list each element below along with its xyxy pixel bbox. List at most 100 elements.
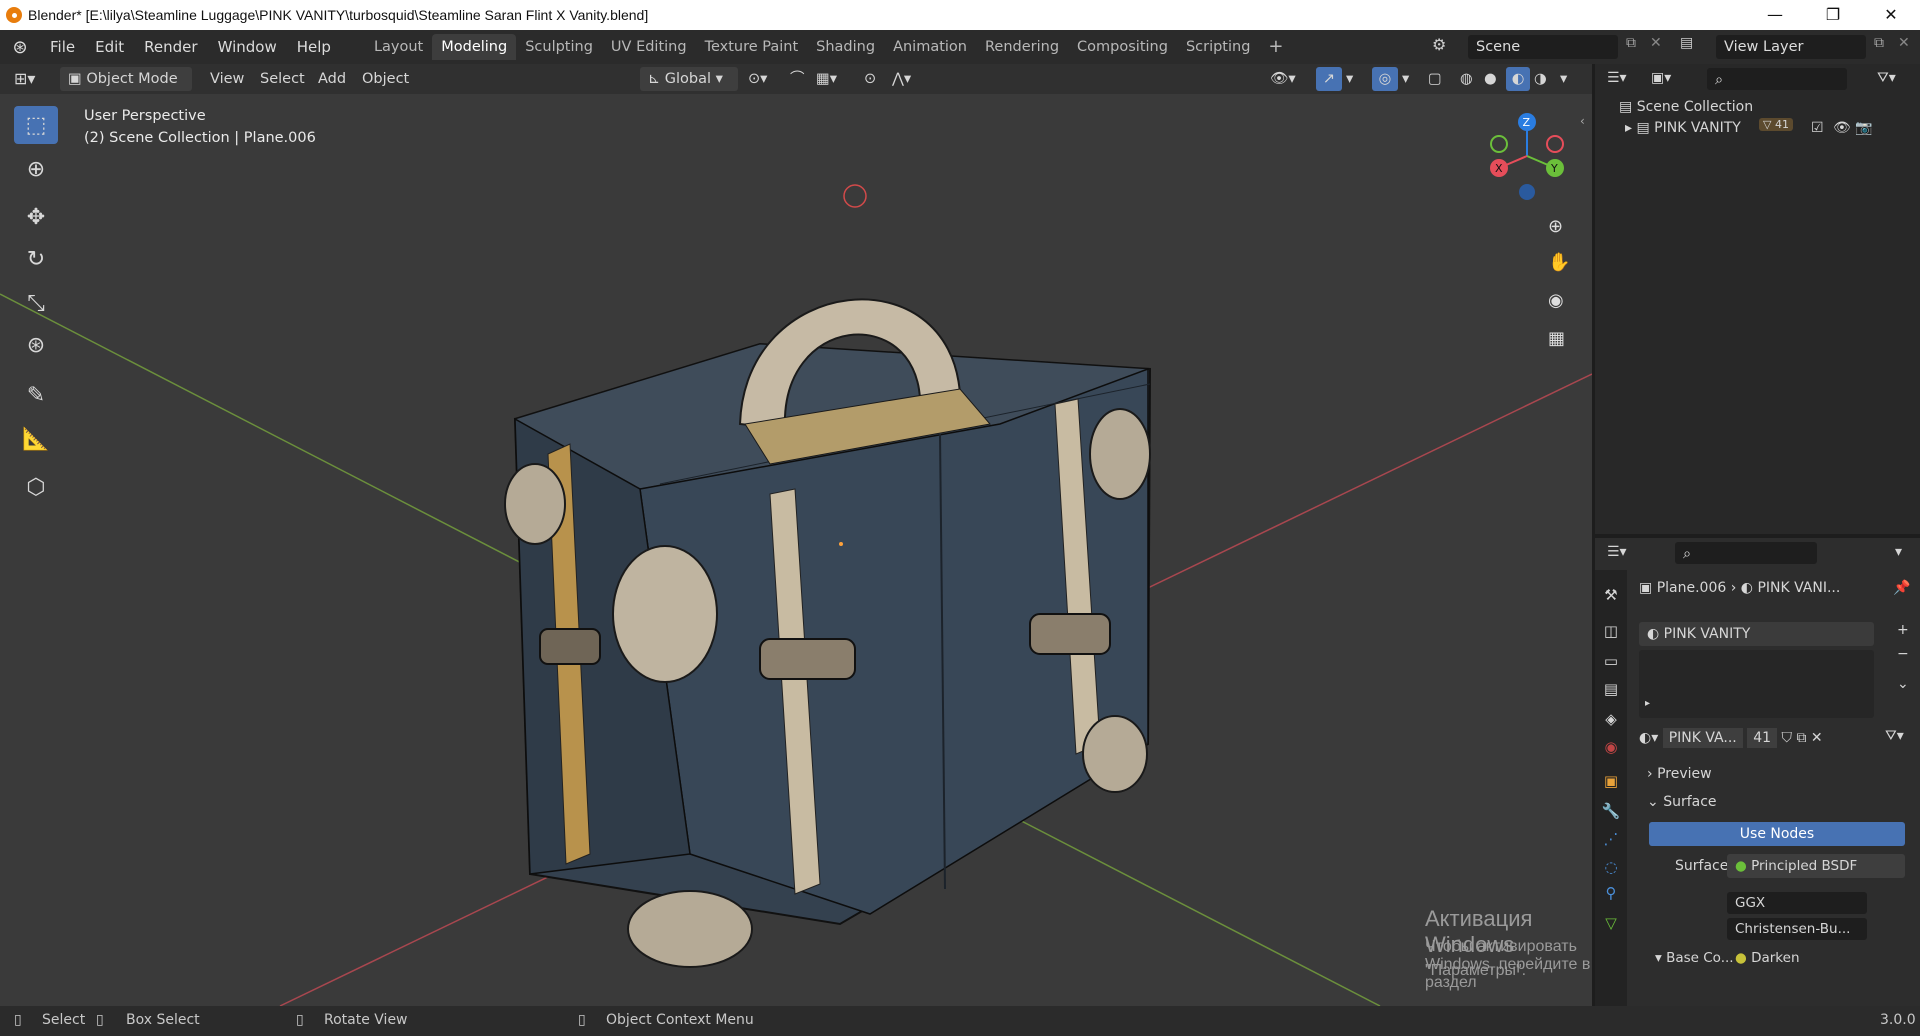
sidebar-toggle-icon[interactable]: ‹ bbox=[1580, 114, 1585, 128]
move-tool-icon[interactable]: ✥ bbox=[14, 198, 58, 236]
use-nodes-button[interactable]: Use Nodes bbox=[1649, 822, 1905, 846]
expand-arrow-icon[interactable]: ▸ bbox=[1625, 120, 1636, 136]
wireframe-shading-icon[interactable]: ◍ bbox=[1460, 67, 1473, 91]
outliner-editor-type-icon[interactable]: ☰▾ bbox=[1607, 70, 1627, 86]
shading-dropdown-icon[interactable]: ▾ bbox=[1560, 67, 1567, 91]
menu-edit[interactable]: Edit bbox=[85, 34, 134, 60]
display-mode-icon[interactable]: ▣▾ bbox=[1651, 70, 1671, 86]
tab-layout[interactable]: Layout bbox=[365, 34, 432, 60]
view-layer-icon[interactable]: ▤ bbox=[1680, 35, 1693, 51]
proportional-edit-icon[interactable]: ⊙ bbox=[864, 67, 876, 91]
surface-shader-field[interactable]: ● Principled BSDF bbox=[1727, 854, 1905, 878]
filter-icon[interactable]: ⛛▾ bbox=[1877, 70, 1896, 86]
tab-shading[interactable]: Shading bbox=[807, 34, 884, 60]
render-tab-icon[interactable]: ◫ bbox=[1600, 620, 1622, 642]
unlink-material-icon[interactable]: ✕ bbox=[1811, 730, 1823, 746]
output-tab-icon[interactable]: ▭ bbox=[1600, 650, 1622, 672]
new-view-layer-icon[interactable]: ⧉ bbox=[1874, 35, 1884, 51]
menu-help[interactable]: Help bbox=[287, 34, 341, 60]
snap-grid-icon[interactable]: ▦▾ bbox=[816, 67, 837, 91]
material-slot-list[interactable] bbox=[1639, 650, 1874, 718]
tab-animation[interactable]: Animation bbox=[884, 34, 976, 60]
material-datablock[interactable]: ◐▾ PINK VA... 41 ⛉ ⧉ ✕ bbox=[1639, 726, 1889, 750]
viewport-scene[interactable] bbox=[0, 94, 1592, 1006]
rendered-shading-icon[interactable]: ◑ bbox=[1534, 67, 1547, 91]
maximize-button[interactable]: ❐ bbox=[1804, 0, 1862, 30]
material-browse-icon[interactable]: ◐▾ bbox=[1639, 730, 1663, 746]
properties-search-input[interactable]: ⌕ bbox=[1675, 542, 1817, 564]
overlay-dropdown-icon[interactable]: ▾ bbox=[1402, 67, 1409, 91]
minimize-button[interactable]: — bbox=[1746, 0, 1804, 30]
object-menu[interactable]: Object bbox=[362, 67, 409, 91]
fake-user-icon[interactable]: ⛉ bbox=[1781, 730, 1792, 746]
base-color-field[interactable]: ● Darken bbox=[1735, 950, 1800, 966]
select-box-tool-icon[interactable]: ⬚ bbox=[14, 106, 58, 144]
material-shading-icon[interactable]: ◐ bbox=[1506, 67, 1530, 91]
tab-scripting[interactable]: Scripting bbox=[1177, 34, 1259, 60]
blender-menu-icon[interactable]: ⊛ bbox=[0, 37, 40, 58]
ortho-grid-icon[interactable]: ▦ bbox=[1548, 328, 1565, 349]
visibility-icon[interactable]: 👁▾ bbox=[1270, 67, 1296, 91]
scale-tool-icon[interactable]: ⤡ bbox=[14, 284, 58, 322]
add-slot-button[interactable]: + bbox=[1897, 622, 1909, 638]
menu-file[interactable]: File bbox=[40, 34, 85, 60]
expand-list-icon[interactable]: ▸ bbox=[1645, 698, 1650, 709]
exclude-checkbox-icon[interactable]: ☑ bbox=[1811, 120, 1824, 136]
remove-slot-button[interactable]: − bbox=[1897, 646, 1909, 662]
tab-texture-paint[interactable]: Texture Paint bbox=[696, 34, 808, 60]
material-users-count[interactable]: 41 bbox=[1747, 728, 1778, 748]
render-camera-icon[interactable]: 📷 bbox=[1855, 120, 1872, 136]
tab-modeling[interactable]: Modeling bbox=[432, 34, 517, 60]
distribution-dropdown[interactable]: GGX bbox=[1727, 892, 1867, 914]
rotate-tool-icon[interactable]: ↻ bbox=[14, 240, 58, 278]
pan-hand-icon[interactable]: ✋ bbox=[1548, 252, 1570, 273]
outliner-item-pink-vanity[interactable]: ▸ ▤ PINK VANITY ▽ 41 ☑ 👁 📷 bbox=[1625, 118, 1915, 136]
xray-icon[interactable]: ▢ bbox=[1428, 67, 1442, 91]
3d-viewport[interactable]: User Perspective (2) Scene Collection | … bbox=[0, 94, 1592, 1006]
editor-type-icon[interactable]: ⊞▾ bbox=[14, 67, 35, 91]
navigation-gizmo[interactable]: Z Y X bbox=[1475, 94, 1585, 204]
material-slot-row[interactable]: ◐ PINK VANITY bbox=[1639, 622, 1874, 646]
data-tab-icon[interactable]: ▽ bbox=[1600, 912, 1622, 934]
close-button[interactable]: ✕ bbox=[1862, 0, 1920, 30]
annotate-tool-icon[interactable]: ✎ bbox=[14, 376, 58, 414]
tab-uv-editing[interactable]: UV Editing bbox=[602, 34, 696, 60]
tool-tab-icon[interactable]: ⚒ bbox=[1600, 584, 1622, 606]
object-tab-icon[interactable]: ▣ bbox=[1600, 770, 1622, 792]
add-menu[interactable]: Add bbox=[318, 67, 346, 91]
falloff-icon[interactable]: ⋀▾ bbox=[892, 67, 911, 91]
view-layer-field[interactable]: View Layer bbox=[1716, 35, 1866, 59]
transform-orientation-dropdown[interactable]: ⊾ Global ▾ bbox=[640, 67, 738, 91]
add-cube-tool-icon[interactable]: ⬡ bbox=[14, 468, 58, 506]
add-workspace-button[interactable]: + bbox=[1259, 34, 1292, 60]
subsurface-method-dropdown[interactable]: Christensen-Bu... bbox=[1727, 918, 1867, 940]
material-filter-icon[interactable]: ⛛▾ bbox=[1885, 728, 1904, 744]
cursor-tool-icon[interactable]: ⊕ bbox=[14, 150, 58, 188]
select-menu[interactable]: Select bbox=[260, 67, 305, 91]
pin-icon[interactable]: 📌 bbox=[1893, 580, 1910, 596]
new-scene-icon[interactable]: ⧉ bbox=[1626, 35, 1636, 51]
camera-view-icon[interactable]: ◉ bbox=[1548, 290, 1564, 311]
scene-collection-row[interactable]: ▤ Scene Collection bbox=[1619, 99, 1753, 115]
properties-editor-type-icon[interactable]: ☰▾ bbox=[1607, 544, 1627, 560]
solid-shading-icon[interactable]: ● bbox=[1484, 67, 1497, 91]
delete-view-layer-icon[interactable]: ✕ bbox=[1898, 35, 1910, 51]
overlay-toggle-icon[interactable]: ◎ bbox=[1372, 67, 1398, 91]
menu-render[interactable]: Render bbox=[134, 34, 207, 60]
visibility-eye-icon[interactable]: 👁 bbox=[1833, 120, 1851, 136]
tab-compositing[interactable]: Compositing bbox=[1068, 34, 1177, 60]
scene-field[interactable]: Scene bbox=[1468, 35, 1618, 59]
preview-panel-header[interactable]: › Preview bbox=[1647, 766, 1712, 782]
material-name-field[interactable]: PINK VA... bbox=[1662, 728, 1743, 748]
options-dropdown-icon[interactable]: ▾ bbox=[1895, 544, 1902, 560]
physics-tab-icon[interactable]: ◌ bbox=[1600, 856, 1622, 878]
scene-icon[interactable]: ⚙ bbox=[1432, 35, 1446, 54]
outliner-search-input[interactable]: ⌕ bbox=[1707, 68, 1847, 90]
view-layer-tab-icon[interactable]: ▤ bbox=[1600, 678, 1622, 700]
delete-scene-icon[interactable]: ✕ bbox=[1650, 35, 1662, 51]
zoom-icon[interactable]: ⊕ bbox=[1548, 216, 1563, 237]
gizmo-toggle-icon[interactable]: ↗ bbox=[1316, 67, 1342, 91]
gizmo-dropdown-icon[interactable]: ▾ bbox=[1346, 67, 1353, 91]
transform-tool-icon[interactable]: ⊛ bbox=[14, 326, 58, 364]
pivot-icon[interactable]: ⊙▾ bbox=[748, 67, 767, 91]
